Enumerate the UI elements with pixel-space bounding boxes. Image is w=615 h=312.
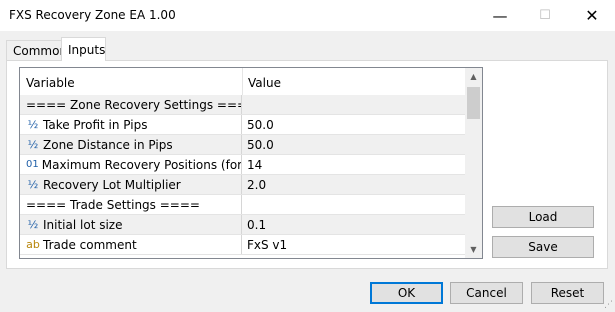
double-icon: ½ — [27, 138, 39, 151]
variable-cell: ab Trade comment — [20, 235, 242, 254]
integer-icon: 01 — [26, 159, 39, 170]
value-cell[interactable]: 2.0 — [242, 175, 470, 194]
tab-inputs[interactable]: Inputs — [61, 37, 106, 61]
scroll-thumb[interactable] — [467, 87, 480, 119]
tab-common[interactable]: Common — [6, 40, 67, 60]
variable-cell: ½ Take Profit in Pips — [20, 115, 242, 134]
save-button[interactable]: Save — [492, 236, 594, 258]
close-button[interactable]: ✕ — [569, 0, 615, 31]
maximize-button: ☐ — [539, 8, 551, 23]
variable-label: Recovery Lot Multiplier — [43, 177, 181, 192]
variable-label: Zone Distance in Pips — [43, 137, 173, 152]
string-icon: ab — [26, 238, 40, 251]
double-icon: ½ — [27, 118, 39, 131]
window-title: FXS Recovery Zone EA 1.00 — [9, 8, 176, 22]
reset-button[interactable]: Reset — [531, 282, 604, 304]
table-row[interactable]: ½ Initial lot size 0.1 — [20, 215, 465, 235]
cancel-button[interactable]: Cancel — [450, 282, 523, 304]
table-row[interactable]: 01Maximum Recovery Positions (for safe..… — [20, 155, 465, 175]
variable-label: Take Profit in Pips — [43, 117, 148, 132]
variable-label: Trade comment — [43, 237, 137, 252]
table-row[interactable]: ½ Take Profit in Pips 50.0 — [20, 115, 465, 135]
variable-label: Maximum Recovery Positions (for safe... — [41, 157, 242, 172]
table-row[interactable]: ==== Zone Recovery Settings ==== — [20, 95, 465, 115]
table-row[interactable]: ==== Trade Settings ==== — [20, 195, 465, 215]
value-cell[interactable]: FxS v1 — [242, 235, 470, 254]
double-icon: ½ — [27, 178, 39, 191]
variable-cell: 01Maximum Recovery Positions (for safe..… — [20, 155, 242, 174]
variable-cell: ½ Recovery Lot Multiplier — [20, 175, 242, 194]
list-header: Variable Value — [20, 68, 465, 95]
variable-cell: ½ Initial lot size — [20, 215, 242, 234]
scroll-up-icon[interactable]: ▲ — [465, 68, 482, 85]
value-cell[interactable] — [242, 95, 470, 114]
value-cell[interactable] — [242, 195, 470, 214]
variable-label: ==== Zone Recovery Settings ==== — [26, 97, 242, 112]
load-button[interactable]: Load — [492, 206, 594, 228]
variable-cell: ½ Zone Distance in Pips — [20, 135, 242, 154]
double-icon: ½ — [27, 218, 39, 231]
value-cell[interactable]: 0.1 — [242, 215, 470, 234]
minimize-button[interactable]: — — [477, 0, 523, 31]
table-row[interactable]: ½ Recovery Lot Multiplier 2.0 — [20, 175, 465, 195]
vertical-scrollbar[interactable]: ▲ ▼ — [465, 68, 482, 258]
column-header-value[interactable]: Value — [248, 76, 281, 90]
table-row[interactable]: ab Trade comment FxS v1 — [20, 235, 465, 255]
variable-cell: ==== Trade Settings ==== — [20, 195, 242, 214]
value-cell[interactable]: 50.0 — [242, 135, 470, 154]
inputs-list[interactable]: Variable Value ==== Zone Recovery Settin… — [19, 67, 483, 259]
variable-label: ==== Trade Settings ==== — [26, 197, 200, 212]
column-divider[interactable] — [242, 68, 243, 95]
variable-label: Initial lot size — [43, 217, 123, 232]
column-header-variable[interactable]: Variable — [26, 76, 75, 90]
title-bar: FXS Recovery Zone EA 1.00 — ☐ ✕ — [0, 0, 615, 31]
value-cell[interactable]: 50.0 — [242, 115, 470, 134]
scroll-down-icon[interactable]: ▼ — [465, 241, 482, 258]
value-cell[interactable]: 14 — [242, 155, 470, 174]
table-row[interactable]: ½ Zone Distance in Pips 50.0 — [20, 135, 465, 155]
ok-button[interactable]: OK — [370, 282, 443, 304]
resize-grip-icon[interactable]: ⋰ — [604, 300, 613, 310]
variable-cell: ==== Zone Recovery Settings ==== — [20, 95, 242, 114]
